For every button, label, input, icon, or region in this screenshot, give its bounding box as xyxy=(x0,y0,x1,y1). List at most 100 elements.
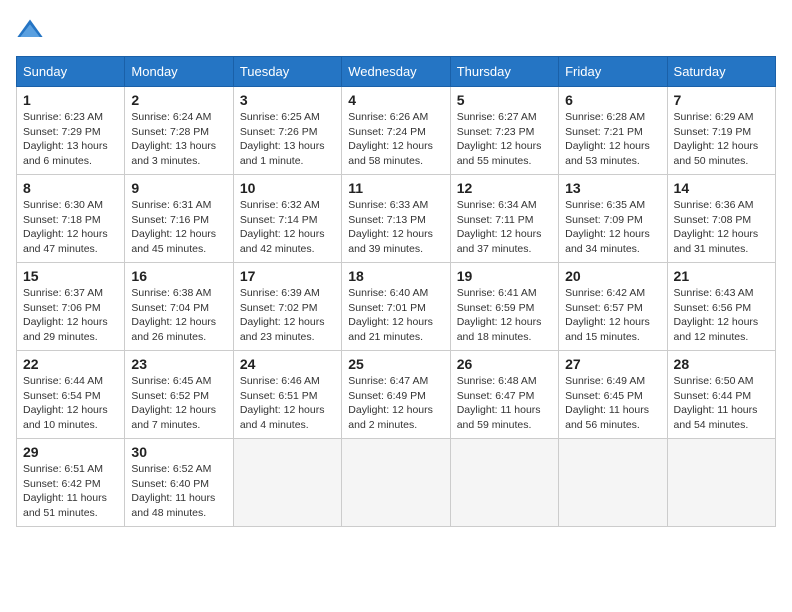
header xyxy=(16,16,776,44)
day-cell-9: 9 Sunrise: 6:31 AM Sunset: 7:16 PM Daylig… xyxy=(125,175,233,263)
day-cell-28: 28Sunrise: 6:50 AM Sunset: 6:44 PM Dayli… xyxy=(667,351,775,439)
day-number: 18 xyxy=(348,268,443,284)
day-info: Sunrise: 6:32 AM Sunset: 7:14 PM Dayligh… xyxy=(240,198,335,257)
day-number: 20 xyxy=(565,268,660,284)
day-info: Sunrise: 6:33 AM Sunset: 7:13 PM Dayligh… xyxy=(348,198,443,257)
day-info: Sunrise: 6:23 AM Sunset: 7:29 PM Dayligh… xyxy=(23,110,118,169)
day-info: Sunrise: 6:25 AM Sunset: 7:26 PM Dayligh… xyxy=(240,110,335,169)
day-cell-30: 30 Sunrise: 6:52 AM Sunset: 6:40 PM Dayli… xyxy=(125,439,233,527)
day-info: Sunrise: 6:27 AM Sunset: 7:23 PM Dayligh… xyxy=(457,110,552,169)
logo xyxy=(16,16,48,44)
day-cell-25: 25 Sunrise: 6:47 AM Sunset: 6:49 PM Dayli… xyxy=(342,351,450,439)
day-info: Sunrise: 6:26 AM Sunset: 7:24 PM Dayligh… xyxy=(348,110,443,169)
day-number: 25 xyxy=(348,356,443,372)
day-info: Sunrise: 6:36 AM Sunset: 7:08 PM Dayligh… xyxy=(674,198,769,257)
day-number: 14 xyxy=(674,180,769,196)
week-row-1: 1Sunrise: 6:23 AM Sunset: 7:29 PM Daylig… xyxy=(17,87,776,175)
day-cell-7: 7 Sunrise: 6:29 AM Sunset: 7:19 PM Daylig… xyxy=(667,87,775,175)
day-number: 3 xyxy=(240,92,335,108)
day-cell-23: 23Sunrise: 6:45 AM Sunset: 6:52 PM Dayli… xyxy=(125,351,233,439)
day-info: Sunrise: 6:49 AM Sunset: 6:45 PM Dayligh… xyxy=(565,374,660,433)
day-cell-17: 17Sunrise: 6:39 AM Sunset: 7:02 PM Dayli… xyxy=(233,263,341,351)
day-info: Sunrise: 6:34 AM Sunset: 7:11 PM Dayligh… xyxy=(457,198,552,257)
day-cell-29: 29 Sunrise: 6:51 AM Sunset: 6:42 PM Dayli… xyxy=(17,439,125,527)
header-day-thursday: Thursday xyxy=(450,57,558,87)
day-info: Sunrise: 6:44 AM Sunset: 6:54 PM Dayligh… xyxy=(23,374,118,433)
calendar-table: SundayMondayTuesdayWednesdayThursdayFrid… xyxy=(16,56,776,527)
day-info: Sunrise: 6:50 AM Sunset: 6:44 PM Dayligh… xyxy=(674,374,769,433)
day-info: Sunrise: 6:29 AM Sunset: 7:19 PM Dayligh… xyxy=(674,110,769,169)
day-number: 2 xyxy=(131,92,226,108)
header-day-wednesday: Wednesday xyxy=(342,57,450,87)
day-info: Sunrise: 6:43 AM Sunset: 6:56 PM Dayligh… xyxy=(674,286,769,345)
day-info: Sunrise: 6:48 AM Sunset: 6:47 PM Dayligh… xyxy=(457,374,552,433)
header-row: SundayMondayTuesdayWednesdayThursdayFrid… xyxy=(17,57,776,87)
day-cell-24: 24 Sunrise: 6:46 AM Sunset: 6:51 PM Dayli… xyxy=(233,351,341,439)
day-number: 30 xyxy=(131,444,226,460)
day-number: 29 xyxy=(23,444,118,460)
day-cell-27: 27 Sunrise: 6:49 AM Sunset: 6:45 PM Dayli… xyxy=(559,351,667,439)
day-cell-3: 3 Sunrise: 6:25 AM Sunset: 7:26 PM Daylig… xyxy=(233,87,341,175)
empty-cell xyxy=(559,439,667,527)
day-number: 22 xyxy=(23,356,118,372)
day-number: 6 xyxy=(565,92,660,108)
header-day-tuesday: Tuesday xyxy=(233,57,341,87)
day-cell-8: 8 Sunrise: 6:30 AM Sunset: 7:18 PM Daylig… xyxy=(17,175,125,263)
day-cell-13: 13Sunrise: 6:35 AM Sunset: 7:09 PM Dayli… xyxy=(559,175,667,263)
calendar-header: SundayMondayTuesdayWednesdayThursdayFrid… xyxy=(17,57,776,87)
day-cell-22: 22 Sunrise: 6:44 AM Sunset: 6:54 PM Dayli… xyxy=(17,351,125,439)
day-cell-14: 14 Sunrise: 6:36 AM Sunset: 7:08 PM Dayli… xyxy=(667,175,775,263)
day-number: 7 xyxy=(674,92,769,108)
day-cell-4: 4 Sunrise: 6:26 AM Sunset: 7:24 PM Daylig… xyxy=(342,87,450,175)
day-number: 27 xyxy=(565,356,660,372)
calendar-body: 1Sunrise: 6:23 AM Sunset: 7:29 PM Daylig… xyxy=(17,87,776,527)
day-cell-11: 11Sunrise: 6:33 AM Sunset: 7:13 PM Dayli… xyxy=(342,175,450,263)
day-info: Sunrise: 6:41 AM Sunset: 6:59 PM Dayligh… xyxy=(457,286,552,345)
day-number: 17 xyxy=(240,268,335,284)
day-info: Sunrise: 6:38 AM Sunset: 7:04 PM Dayligh… xyxy=(131,286,226,345)
empty-cell xyxy=(667,439,775,527)
day-number: 4 xyxy=(348,92,443,108)
logo-icon xyxy=(16,16,44,44)
day-number: 24 xyxy=(240,356,335,372)
header-day-saturday: Saturday xyxy=(667,57,775,87)
week-row-4: 22 Sunrise: 6:44 AM Sunset: 6:54 PM Dayli… xyxy=(17,351,776,439)
header-day-friday: Friday xyxy=(559,57,667,87)
day-number: 16 xyxy=(131,268,226,284)
day-info: Sunrise: 6:40 AM Sunset: 7:01 PM Dayligh… xyxy=(348,286,443,345)
day-cell-2: 2 Sunrise: 6:24 AM Sunset: 7:28 PM Daylig… xyxy=(125,87,233,175)
day-info: Sunrise: 6:30 AM Sunset: 7:18 PM Dayligh… xyxy=(23,198,118,257)
day-info: Sunrise: 6:46 AM Sunset: 6:51 PM Dayligh… xyxy=(240,374,335,433)
day-info: Sunrise: 6:31 AM Sunset: 7:16 PM Dayligh… xyxy=(131,198,226,257)
day-cell-10: 10 Sunrise: 6:32 AM Sunset: 7:14 PM Dayli… xyxy=(233,175,341,263)
day-cell-15: 15 Sunrise: 6:37 AM Sunset: 7:06 PM Dayli… xyxy=(17,263,125,351)
day-cell-12: 12 Sunrise: 6:34 AM Sunset: 7:11 PM Dayli… xyxy=(450,175,558,263)
week-row-5: 29 Sunrise: 6:51 AM Sunset: 6:42 PM Dayli… xyxy=(17,439,776,527)
day-number: 12 xyxy=(457,180,552,196)
header-day-sunday: Sunday xyxy=(17,57,125,87)
day-info: Sunrise: 6:42 AM Sunset: 6:57 PM Dayligh… xyxy=(565,286,660,345)
day-info: Sunrise: 6:52 AM Sunset: 6:40 PM Dayligh… xyxy=(131,462,226,521)
day-number: 8 xyxy=(23,180,118,196)
day-number: 23 xyxy=(131,356,226,372)
day-number: 9 xyxy=(131,180,226,196)
day-cell-19: 19 Sunrise: 6:41 AM Sunset: 6:59 PM Dayli… xyxy=(450,263,558,351)
day-info: Sunrise: 6:47 AM Sunset: 6:49 PM Dayligh… xyxy=(348,374,443,433)
day-number: 15 xyxy=(23,268,118,284)
day-number: 19 xyxy=(457,268,552,284)
day-info: Sunrise: 6:37 AM Sunset: 7:06 PM Dayligh… xyxy=(23,286,118,345)
day-cell-6: 6Sunrise: 6:28 AM Sunset: 7:21 PM Daylig… xyxy=(559,87,667,175)
week-row-2: 8 Sunrise: 6:30 AM Sunset: 7:18 PM Daylig… xyxy=(17,175,776,263)
day-info: Sunrise: 6:35 AM Sunset: 7:09 PM Dayligh… xyxy=(565,198,660,257)
day-cell-5: 5Sunrise: 6:27 AM Sunset: 7:23 PM Daylig… xyxy=(450,87,558,175)
day-number: 21 xyxy=(674,268,769,284)
empty-cell xyxy=(342,439,450,527)
day-cell-21: 21 Sunrise: 6:43 AM Sunset: 6:56 PM Dayli… xyxy=(667,263,775,351)
day-cell-20: 20 Sunrise: 6:42 AM Sunset: 6:57 PM Dayli… xyxy=(559,263,667,351)
day-cell-18: 18 Sunrise: 6:40 AM Sunset: 7:01 PM Dayli… xyxy=(342,263,450,351)
header-day-monday: Monday xyxy=(125,57,233,87)
day-number: 10 xyxy=(240,180,335,196)
day-number: 26 xyxy=(457,356,552,372)
day-info: Sunrise: 6:51 AM Sunset: 6:42 PM Dayligh… xyxy=(23,462,118,521)
day-info: Sunrise: 6:24 AM Sunset: 7:28 PM Dayligh… xyxy=(131,110,226,169)
